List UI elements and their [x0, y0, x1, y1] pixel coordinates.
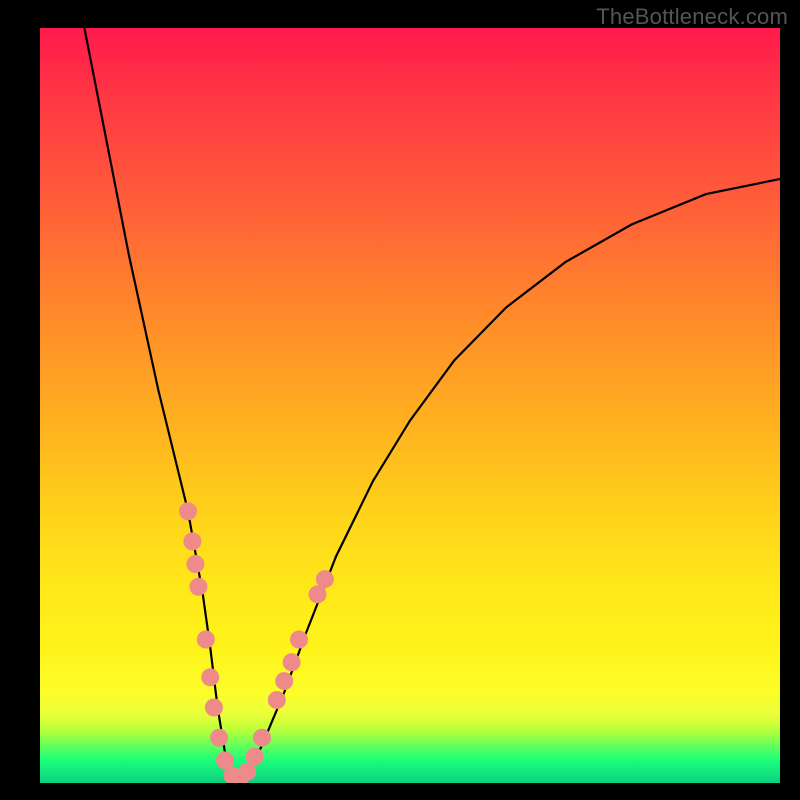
data-marker	[183, 532, 201, 550]
data-marker	[205, 699, 223, 717]
data-marker	[201, 668, 219, 686]
watermark-text: TheBottleneck.com	[596, 4, 788, 30]
bottleneck-curve	[84, 28, 780, 783]
data-marker	[189, 578, 207, 596]
data-marker	[246, 748, 264, 766]
markers-group	[179, 502, 334, 783]
data-marker	[283, 653, 301, 671]
data-marker	[197, 631, 215, 649]
data-marker	[268, 691, 286, 709]
data-marker	[275, 672, 293, 690]
chart-frame: TheBottleneck.com	[0, 0, 800, 800]
plot-area	[40, 28, 780, 783]
data-marker	[210, 729, 228, 747]
data-marker	[179, 502, 197, 520]
data-marker	[290, 631, 308, 649]
data-marker	[253, 729, 271, 747]
curve-layer	[40, 28, 780, 783]
data-marker	[316, 570, 334, 588]
data-marker	[186, 555, 204, 573]
